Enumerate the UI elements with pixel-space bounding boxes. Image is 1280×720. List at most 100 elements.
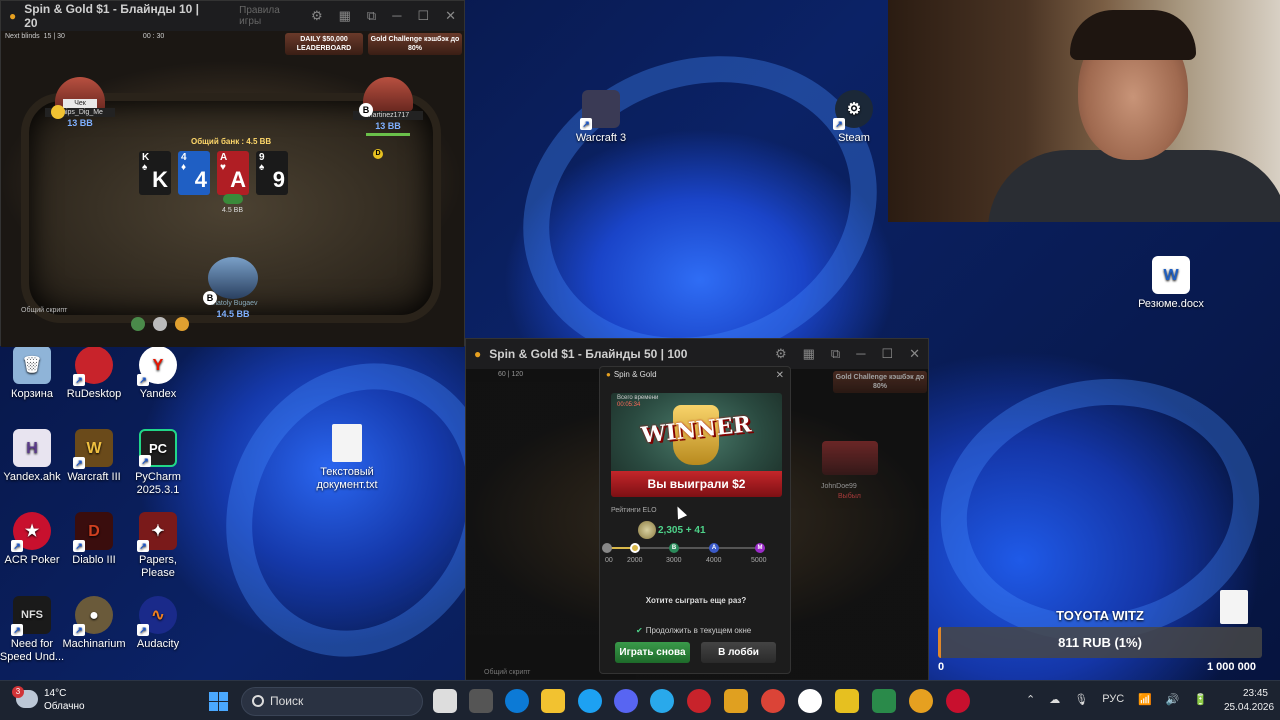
poker-window-titlebar[interactable]: ● Spin & Gold $1 - Блайнды 10 | 20 Прави… bbox=[1, 1, 464, 31]
total-time-value: 00:05:34 bbox=[617, 402, 641, 408]
close-icon[interactable]: ✕ bbox=[445, 8, 456, 24]
pot-total: Общий банк : 4.5 BB bbox=[191, 137, 272, 146]
taskbar-app-icon[interactable] bbox=[872, 689, 896, 713]
tables-icon[interactable]: ⧉ bbox=[367, 8, 376, 24]
close-icon[interactable]: ✕ bbox=[776, 370, 784, 381]
poker-table-window-1[interactable]: ● Spin & Gold $1 - Блайнды 10 | 20 Прави… bbox=[0, 0, 465, 347]
opponent-avatar bbox=[822, 441, 878, 475]
yandex-icon[interactable] bbox=[798, 689, 822, 713]
papers-please-icon: ✦ ↗ bbox=[137, 512, 177, 552]
gold-challenge-promo[interactable]: Gold Challenge кэшбэк до 80% bbox=[368, 33, 462, 55]
hero-stack: 14.5 BB bbox=[216, 309, 250, 319]
taskbar-app-icon[interactable] bbox=[469, 689, 493, 713]
acr-poker-icon: ★ ↗ bbox=[11, 512, 51, 552]
goal-min-label: 0 bbox=[938, 661, 945, 673]
desktop-icon-papers-please[interactable]: ✦ ↗ Papers, Please bbox=[122, 512, 194, 580]
shortcut-arrow-icon: ↗ bbox=[137, 374, 149, 386]
play-again-question: Хотите сыграть еще раз? bbox=[645, 596, 747, 605]
text-file-icon[interactable] bbox=[1220, 590, 1248, 624]
rudesktop-icon: ↗ bbox=[73, 346, 113, 386]
clock-time: 23:45 bbox=[1242, 688, 1268, 699]
gold-challenge-promo[interactable]: Gold Challenge кэшбэк до 80% bbox=[833, 371, 927, 393]
volume-icon[interactable]: 🔊 bbox=[1166, 693, 1180, 706]
text-file-icon bbox=[332, 424, 362, 462]
stay-in-window-checkbox[interactable]: ✔ Продолжить в текущем окне bbox=[636, 626, 751, 635]
chat-icon[interactable] bbox=[153, 317, 167, 331]
player-stack: 13 BB bbox=[375, 121, 401, 131]
taskbar-app-icon[interactable] bbox=[724, 689, 748, 713]
elo-node: A bbox=[709, 543, 719, 553]
taskbar-app-icon[interactable] bbox=[578, 689, 602, 713]
chevron-up-icon[interactable]: ⌃ bbox=[1026, 693, 1035, 706]
webcam-overlay bbox=[888, 0, 1280, 222]
desktop-icon-machinarium[interactable]: ● ↗ Machinarium bbox=[58, 596, 130, 651]
desktop-icon-resume[interactable]: W Резюме.docx bbox=[1135, 256, 1207, 311]
tables-icon[interactable]: ⧉ bbox=[831, 346, 840, 362]
word-document-icon: W bbox=[1152, 256, 1190, 294]
taskbar-search[interactable]: Поиск bbox=[241, 687, 423, 716]
poker-window-titlebar[interactable]: ● Spin & Gold $1 - Блайнды 50 | 100 ⚙ ▦ … bbox=[466, 339, 928, 369]
play-again-button[interactable]: Играть снова bbox=[615, 642, 690, 663]
desktop-icon-warcraft3[interactable]: ↗ Warcraft 3 bbox=[565, 90, 637, 145]
shortcut-arrow-icon: ↗ bbox=[73, 374, 85, 386]
leaderboard-promo[interactable]: DAILY $50,000 LEADERBOARD bbox=[285, 33, 363, 55]
file-explorer-icon[interactable] bbox=[541, 689, 565, 713]
desktop-icon-text-document[interactable]: Текстовый документ.txt bbox=[311, 424, 383, 492]
desktop-icon-yandex[interactable]: Y ↗ Yandex bbox=[122, 346, 194, 401]
desktop-icon-audacity[interactable]: ∿ ↗ Audacity bbox=[122, 596, 194, 651]
battery-icon[interactable]: 🔋 bbox=[1194, 693, 1208, 706]
desktop-icon-pycharm[interactable]: PC ↗ PyCharm 2025.3.1 bbox=[122, 429, 194, 497]
rules-link[interactable]: Правила игры bbox=[239, 5, 303, 27]
desktop-icon-label: Machinarium bbox=[62, 638, 126, 650]
desktop-icon-rudesktop[interactable]: ↗ RuDesktop bbox=[58, 346, 130, 401]
rudesktop-icon[interactable] bbox=[687, 689, 711, 713]
desktop-icon-diablo3[interactable]: D ↗ Diablo III bbox=[58, 512, 130, 567]
desktop-icon-warcraft-iii[interactable]: W ↗ Warcraft III bbox=[58, 429, 130, 484]
audacity-icon: ∿ ↗ bbox=[137, 596, 177, 636]
windows-logo-icon bbox=[209, 692, 218, 701]
start-button[interactable] bbox=[209, 692, 228, 711]
minimize-icon[interactable]: ─ bbox=[856, 346, 865, 362]
shortcut-arrow-icon: ↗ bbox=[137, 624, 149, 636]
microphone-icon[interactable]: 🎙 bbox=[1074, 693, 1088, 706]
maximize-icon[interactable]: ☐ bbox=[417, 8, 429, 24]
poker-app-icon[interactable] bbox=[909, 689, 933, 713]
opponent-status: Выбыл bbox=[838, 493, 861, 500]
close-icon[interactable]: ✕ bbox=[909, 346, 920, 362]
telegram-icon[interactable] bbox=[650, 689, 674, 713]
minimize-icon[interactable]: ─ bbox=[392, 8, 401, 24]
emote-icon[interactable] bbox=[175, 317, 189, 331]
desktop-icon-label: Yandex.ahk bbox=[3, 471, 61, 483]
task-view-icon[interactable] bbox=[433, 689, 457, 713]
maximize-icon[interactable]: ☐ bbox=[881, 346, 893, 362]
player-seat-left[interactable]: Чек Chips_Dig_Me 13 BB bbox=[45, 77, 115, 128]
discord-icon[interactable] bbox=[614, 689, 638, 713]
taskbar-clock[interactable]: 23:45 25.04.2026 bbox=[1224, 687, 1274, 715]
taskbar-app-icon[interactable] bbox=[835, 689, 859, 713]
desktop-icon-label: Warcraft 3 bbox=[575, 132, 627, 144]
settings-gear-icon[interactable]: ⚙ bbox=[775, 346, 787, 362]
language-indicator[interactable]: РУС bbox=[1102, 693, 1124, 706]
notification-badge: 3 bbox=[12, 686, 24, 698]
wifi-icon[interactable]: 📶 bbox=[1138, 693, 1152, 706]
weather-widget[interactable]: 3 14°C Облачно bbox=[12, 686, 85, 713]
to-lobby-button[interactable]: В лобби bbox=[701, 642, 776, 663]
player-stack: 13 BB bbox=[67, 118, 93, 128]
settings-gear-icon[interactable]: ⚙ bbox=[311, 8, 323, 24]
layout-grid-icon[interactable]: ▦ bbox=[339, 8, 351, 24]
layout-grid-icon[interactable]: ▦ bbox=[803, 346, 815, 362]
board-card: K ♠ K bbox=[139, 151, 171, 195]
dialog-header: ● Spin & Gold ✕ bbox=[600, 367, 790, 383]
desktop-icon-label: Need for Speed Und... bbox=[0, 638, 65, 663]
weather-temperature: 14°C bbox=[44, 688, 67, 699]
edge-icon[interactable] bbox=[505, 689, 529, 713]
chrome-icon[interactable] bbox=[761, 689, 785, 713]
desktop-icon-steam[interactable]: ⚙ ↗ Steam bbox=[818, 90, 890, 145]
elo-tick-label: 5000 bbox=[751, 557, 767, 564]
winnings-ribbon: Вы выиграли $2 bbox=[611, 471, 782, 497]
acr-poker-icon[interactable] bbox=[946, 689, 970, 713]
desktop-icon-label: PyCharm 2025.3.1 bbox=[135, 471, 181, 496]
emoji-icon[interactable] bbox=[131, 317, 145, 331]
shortcut-arrow-icon: ↗ bbox=[833, 118, 845, 130]
onedrive-icon[interactable]: ☁ bbox=[1049, 693, 1060, 706]
